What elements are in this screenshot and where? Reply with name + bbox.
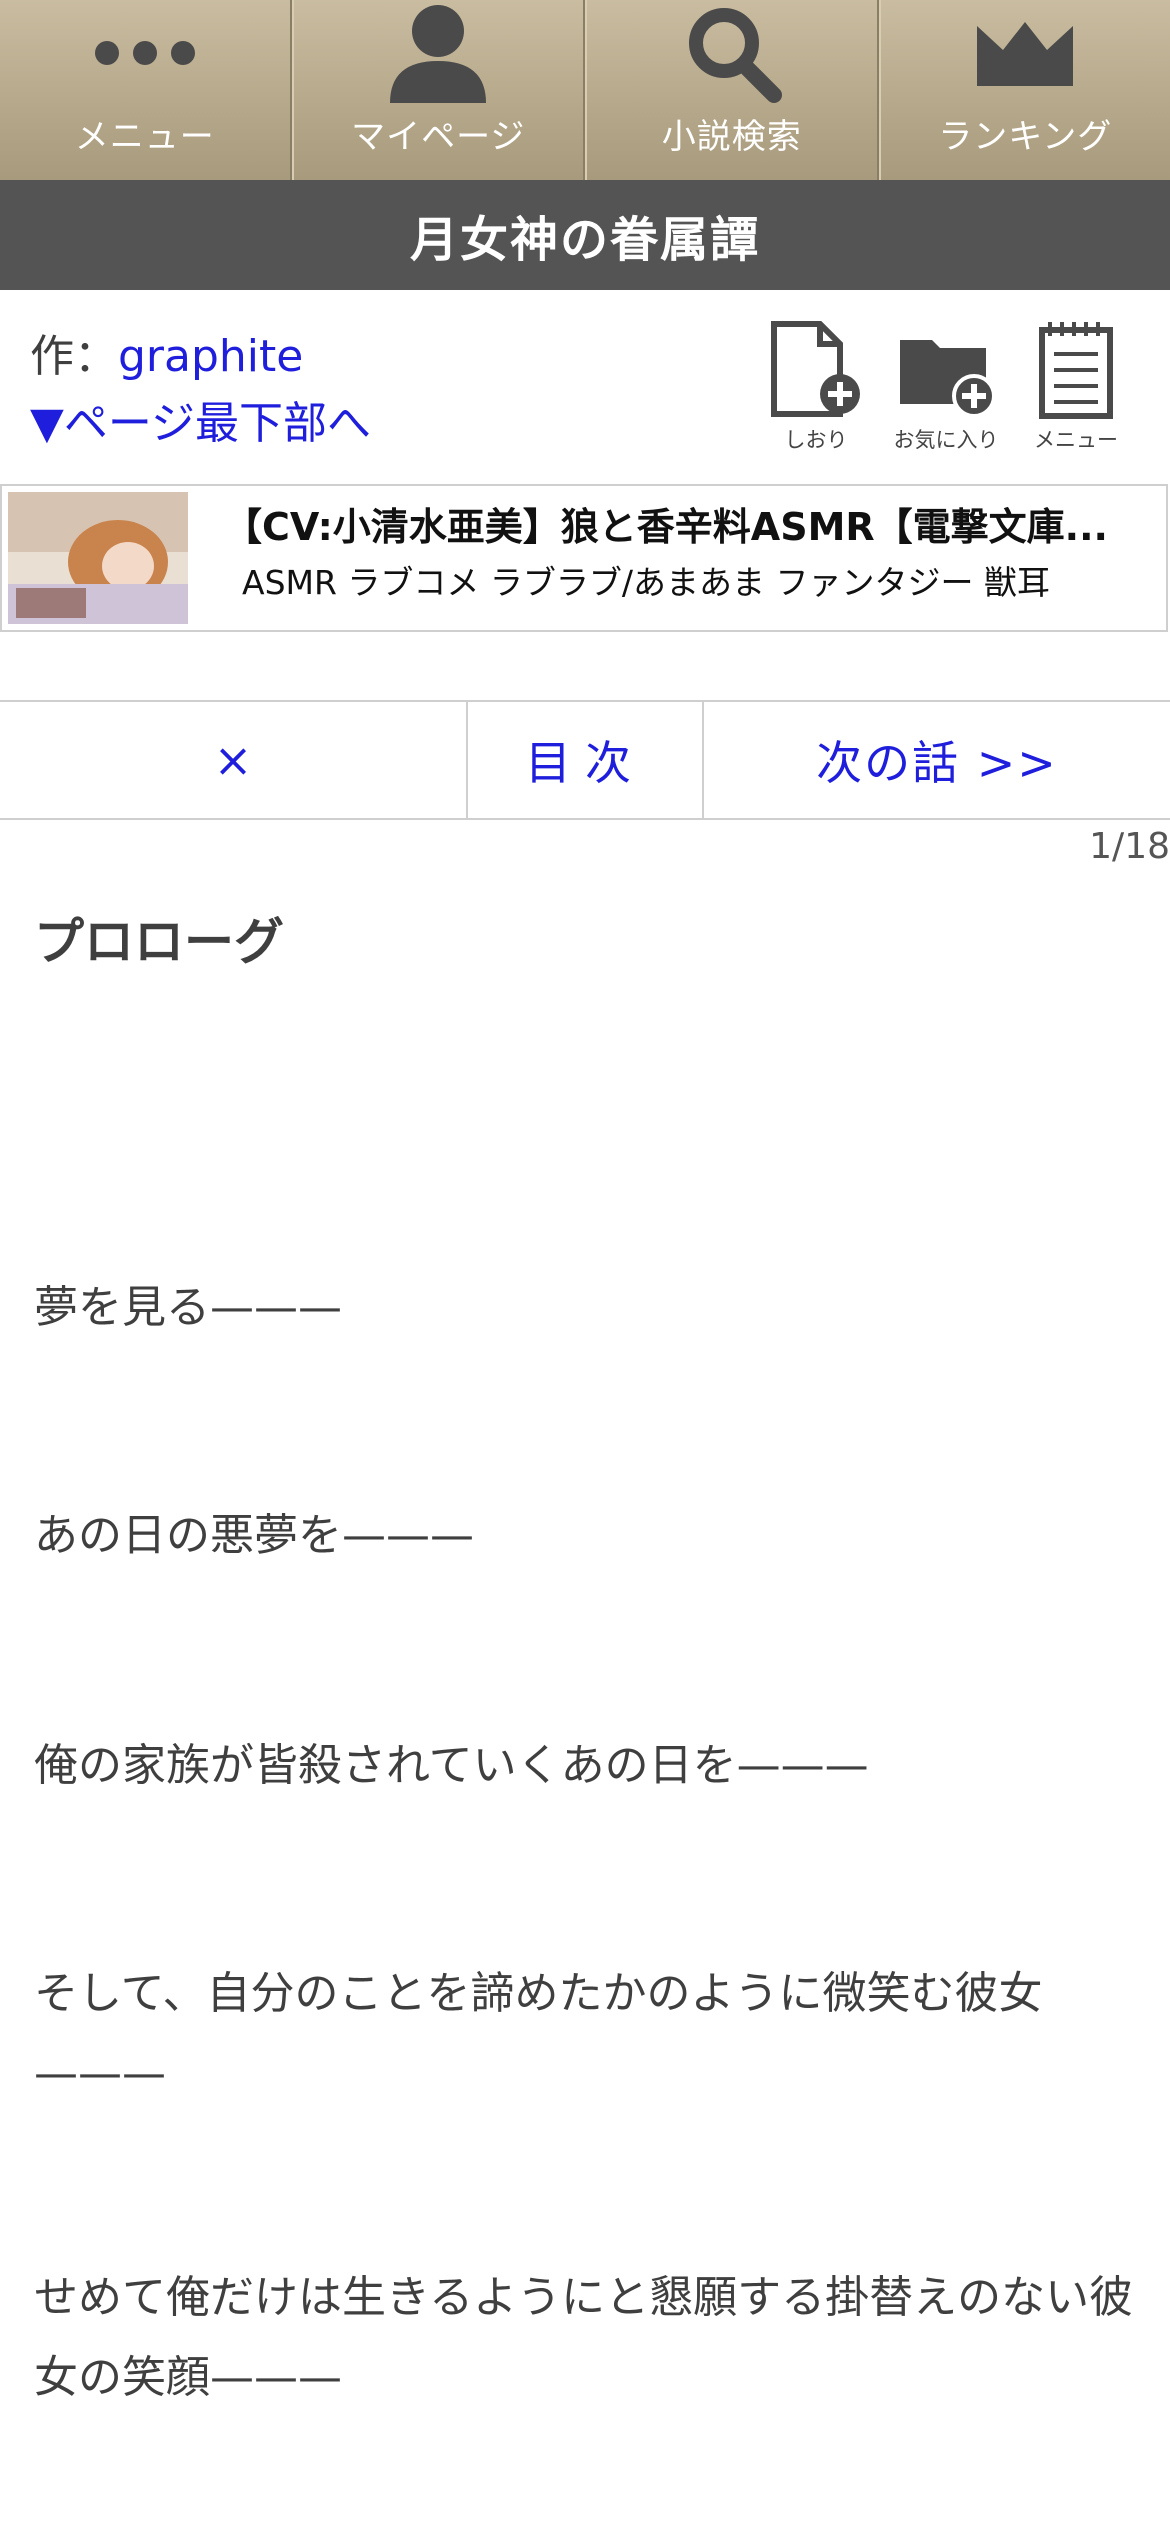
nav-menu[interactable]: メニュー [0, 0, 292, 180]
favorite-button[interactable]: お気に入り [892, 320, 1000, 454]
notepad-icon [1039, 322, 1113, 419]
body-paragraph: 夢を見る——— [34, 1282, 342, 1333]
nav-ranking[interactable]: ランキング [878, 0, 1170, 180]
jump-to-bottom-link[interactable]: ▼ページ最下部へ [30, 387, 371, 451]
nav-mypage-label: マイページ [351, 117, 526, 157]
body-paragraph: せめて俺だけは生きるようにと懇願する掛替えのない彼女の笑顔——— [34, 2272, 1134, 2403]
toc-link[interactable]: 目次 [468, 702, 704, 818]
tool-buttons: しおり お気に入り メニュー [762, 320, 1130, 454]
chapter-title: プロローグ [34, 913, 284, 971]
body-paragraph: そして、自分のことを諦めたかのように微笑む彼女——— [34, 1968, 1043, 2099]
info-bar: 作：graphite ▼ページ最下部へ しおり お気に入り メニュー [0, 290, 1170, 480]
top-nav: メニュー マイページ 小説検索 ランキング [0, 0, 1170, 180]
bookmark-add-icon [771, 321, 860, 417]
nav-ranking-label: ランキング [938, 117, 1113, 157]
body-paragraph: 俺の家族が皆殺されていくあの日を——— [34, 1740, 869, 1791]
bookmark-label: しおり [784, 428, 848, 452]
chapter-pager: × 目次 次の話 >> [0, 700, 1170, 820]
folder-add-icon [900, 340, 996, 418]
favorite-label: お気に入り [893, 428, 999, 452]
body-paragraph: あの日の悪夢を——— [34, 1510, 474, 1561]
menu-label: メニュー [1034, 428, 1118, 452]
author-line: 作：graphite [30, 320, 303, 384]
page-count: 1/18 [1089, 826, 1170, 867]
search-icon [682, 3, 782, 103]
ad-title: 【CV:小清水亜美】狼と香辛料ASMR【電撃文庫... [224, 505, 1108, 549]
nav-mypage[interactable]: マイページ [291, 0, 585, 180]
nav-search-label: 小説検索 [661, 117, 802, 157]
nav-menu-label: メニュー [74, 117, 215, 157]
bookmark-button[interactable]: しおり [762, 320, 870, 454]
menu-button[interactable]: メニュー [1022, 320, 1130, 454]
novel-title: 月女神の眷属譚 [0, 180, 1170, 290]
crown-icon [975, 3, 1075, 103]
nav-search[interactable]: 小説検索 [585, 0, 879, 180]
user-icon [388, 3, 488, 103]
dots-menu-icon [90, 3, 200, 103]
ad-tags: ASMR ラブコメ ラブラブ/あまあま ファンタジー 獣耳 [242, 563, 1051, 602]
ad-thumbnail-image [8, 492, 188, 624]
close-button[interactable]: × [0, 702, 468, 818]
next-chapter-link[interactable]: 次の話 >> [704, 702, 1170, 818]
author-prefix: 作： [30, 331, 118, 382]
author-link[interactable]: graphite [118, 331, 303, 382]
ad-banner[interactable]: 【CV:小清水亜美】狼と香辛料ASMR【電撃文庫... ASMR ラブコメ ラブ… [0, 484, 1168, 632]
